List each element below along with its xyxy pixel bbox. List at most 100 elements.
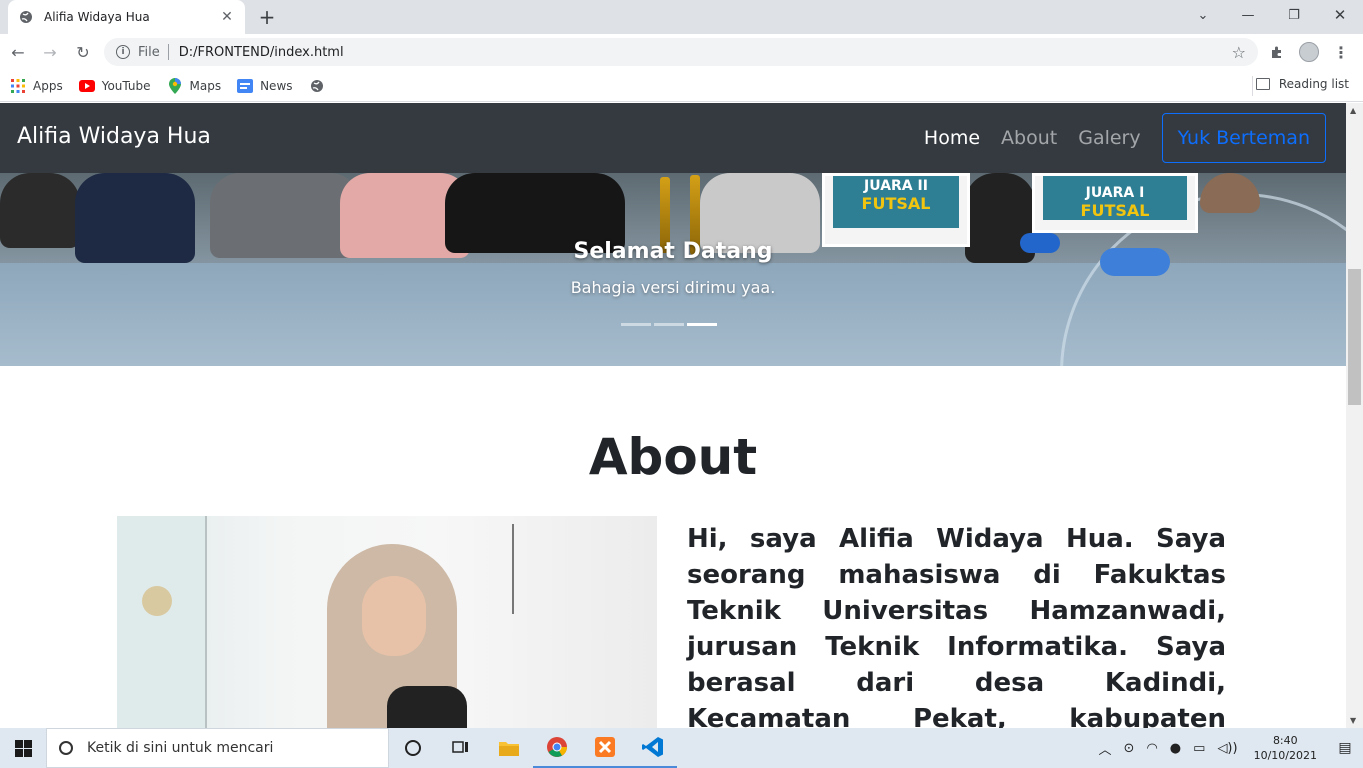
battery-icon[interactable]: ▭ [1193, 741, 1205, 756]
reload-icon[interactable]: ↻ [71, 40, 95, 64]
nav-links: Home About Galery Yuk Berteman [924, 113, 1326, 163]
profile-avatar[interactable] [1297, 40, 1321, 64]
award-banner-panel: JUARA I FUTSAL [1043, 176, 1187, 220]
bookmark-label: Maps [189, 78, 222, 93]
new-tab-button[interactable]: + [256, 5, 278, 29]
xampp-icon[interactable] [581, 728, 629, 768]
chrome-taskbar-icon[interactable] [533, 728, 581, 768]
apps-grid-icon [10, 78, 26, 94]
bookmark-star-icon[interactable]: ☆ [1232, 43, 1246, 62]
caption-text: Bahagia versi dirimu yaa. [570, 278, 776, 297]
page-viewport: Alifia Widaya Hua Home About Galery Yuk … [0, 103, 1346, 728]
youtube-icon [78, 78, 95, 94]
address-scheme: File [138, 44, 160, 60]
carousel-indicators [621, 323, 720, 326]
site-navbar: Alifia Widaya Hua Home About Galery Yuk … [0, 103, 1346, 173]
photo-frame [512, 524, 520, 614]
address-separator [167, 44, 169, 60]
photo-door [117, 516, 207, 728]
wifi-icon[interactable]: ◠ [1146, 741, 1157, 756]
browser-toolbar: ← → ↻ i File D:/FRONTEND/index.html ☆ ⋮ [0, 34, 1363, 70]
page-scrollbar[interactable]: ▲ ▼ [1346, 103, 1363, 728]
close-window-button[interactable]: ✕ [1317, 0, 1363, 30]
restore-button[interactable]: ❐ [1271, 0, 1317, 30]
volume-icon[interactable]: ◁)) [1217, 741, 1237, 756]
bookmark-label: News [260, 78, 293, 93]
hero-person [0, 173, 80, 248]
address-url[interactable]: D:/FRONTEND/index.html [179, 45, 1232, 60]
close-tab-icon[interactable]: ✕ [219, 9, 235, 25]
bookmark-news[interactable]: News [237, 78, 293, 94]
award-banner: JUARA II FUTSAL [822, 173, 970, 247]
yuk-berteman-button[interactable]: Yuk Berteman [1161, 113, 1326, 163]
windows-taskbar: Ketik di sini untuk mencari ︿ ⊙ ◠ ● ▭ ◁)… [0, 728, 1363, 768]
scroll-up-icon[interactable]: ▲ [1350, 106, 1356, 115]
clock-time: 8:40 [1272, 734, 1298, 747]
extensions-icon[interactable] [1265, 40, 1289, 64]
carousel-indicator-3[interactable] [687, 323, 717, 326]
bookmark-maps[interactable]: Maps [167, 77, 222, 94]
maps-icon [167, 77, 183, 94]
address-bar[interactable]: i File D:/FRONTEND/index.html ☆ [104, 38, 1258, 66]
photo-shirt [387, 686, 467, 728]
news-icon [237, 78, 254, 94]
microphone-icon[interactable]: ● [1170, 741, 1181, 756]
banner-line2: FUTSAL [861, 194, 931, 213]
minimize-button[interactable]: — [1225, 0, 1271, 30]
award-banner-panel: JUARA II FUTSAL [833, 176, 959, 228]
taskbar-clock[interactable]: 8:40 10/10/2021 [1254, 733, 1317, 763]
bookmark-globe[interactable] [309, 78, 332, 94]
windows-logo-icon [14, 739, 32, 757]
info-icon[interactable]: i [116, 45, 130, 59]
scrollbar-thumb[interactable] [1348, 269, 1361, 405]
tray-expand-icon[interactable]: ︿ [1099, 739, 1112, 758]
back-icon[interactable]: ← [6, 40, 30, 64]
tab-search-icon[interactable]: ⌄ [1180, 0, 1226, 30]
hero-person [1200, 173, 1260, 213]
banner-line2: FUTSAL [1080, 201, 1150, 220]
task-view-icon[interactable] [437, 728, 485, 768]
reading-list-label: Reading list [1278, 77, 1349, 91]
carousel-caption: Selamat Datang Bahagia versi dirimu yaa. [0, 239, 1346, 297]
tab-title: Alifia Widaya Hua [44, 10, 150, 24]
browser-tab[interactable]: Alifia Widaya Hua ✕ [8, 0, 245, 34]
bookmark-apps[interactable]: Apps [10, 78, 63, 94]
search-icon [59, 741, 73, 755]
bookmark-label: Apps [33, 78, 63, 93]
notifications-icon[interactable]: ▤ [1327, 728, 1363, 768]
vscode-icon[interactable] [629, 728, 677, 768]
reading-list-icon [1255, 78, 1270, 90]
browser-tab-bar: Alifia Widaya Hua ✕ + ⌄ — ❐ ✕ [0, 0, 1363, 34]
hero-carousel: JUARA II FUTSAL JUARA I FUTSAL Selamat D… [0, 173, 1346, 366]
forward-icon[interactable]: → [38, 40, 62, 64]
reading-list-button[interactable]: Reading list [1255, 77, 1349, 91]
start-button[interactable] [0, 728, 46, 768]
nav-galery[interactable]: Galery [1078, 127, 1140, 149]
taskbar-search[interactable]: Ketik di sini untuk mencari [46, 728, 389, 768]
banner-line1: JUARA II [864, 178, 928, 194]
photo-sticker [142, 586, 172, 616]
bookmark-label: YouTube [101, 78, 151, 93]
bookmarks-bar: Apps YouTube Maps News Reading list [0, 70, 1363, 102]
clock-date: 10/10/2021 [1253, 749, 1317, 762]
file-explorer-icon[interactable] [485, 728, 533, 768]
carousel-indicator-2[interactable] [654, 323, 684, 326]
nav-about[interactable]: About [1001, 127, 1057, 149]
scroll-down-icon[interactable]: ▼ [1350, 716, 1356, 725]
about-text: Hi, saya Alifia Widaya Hua. Saya seorang… [687, 524, 1226, 728]
menu-kebab-icon[interactable]: ⋮ [1329, 40, 1353, 64]
cortana-icon[interactable] [389, 728, 437, 768]
tray-device-icon[interactable]: ⊙ [1124, 741, 1135, 756]
carousel-indicator-1[interactable] [621, 323, 651, 326]
nav-home[interactable]: Home [924, 127, 980, 149]
taskbar-search-placeholder: Ketik di sini untuk mencari [87, 740, 274, 756]
caption-title: Selamat Datang [573, 239, 773, 264]
photo-face [362, 576, 426, 656]
bookmarks-separator [1252, 76, 1253, 96]
site-brand[interactable]: Alifia Widaya Hua [17, 124, 211, 149]
bookmark-youtube[interactable]: YouTube [78, 78, 151, 94]
globe-icon [18, 9, 34, 25]
system-tray: ︿ ⊙ ◠ ● ▭ ◁)) 8:40 10/10/2021 ▤ [1093, 728, 1363, 768]
banner-line1: JUARA I [1085, 185, 1145, 201]
globe-icon [309, 78, 325, 94]
